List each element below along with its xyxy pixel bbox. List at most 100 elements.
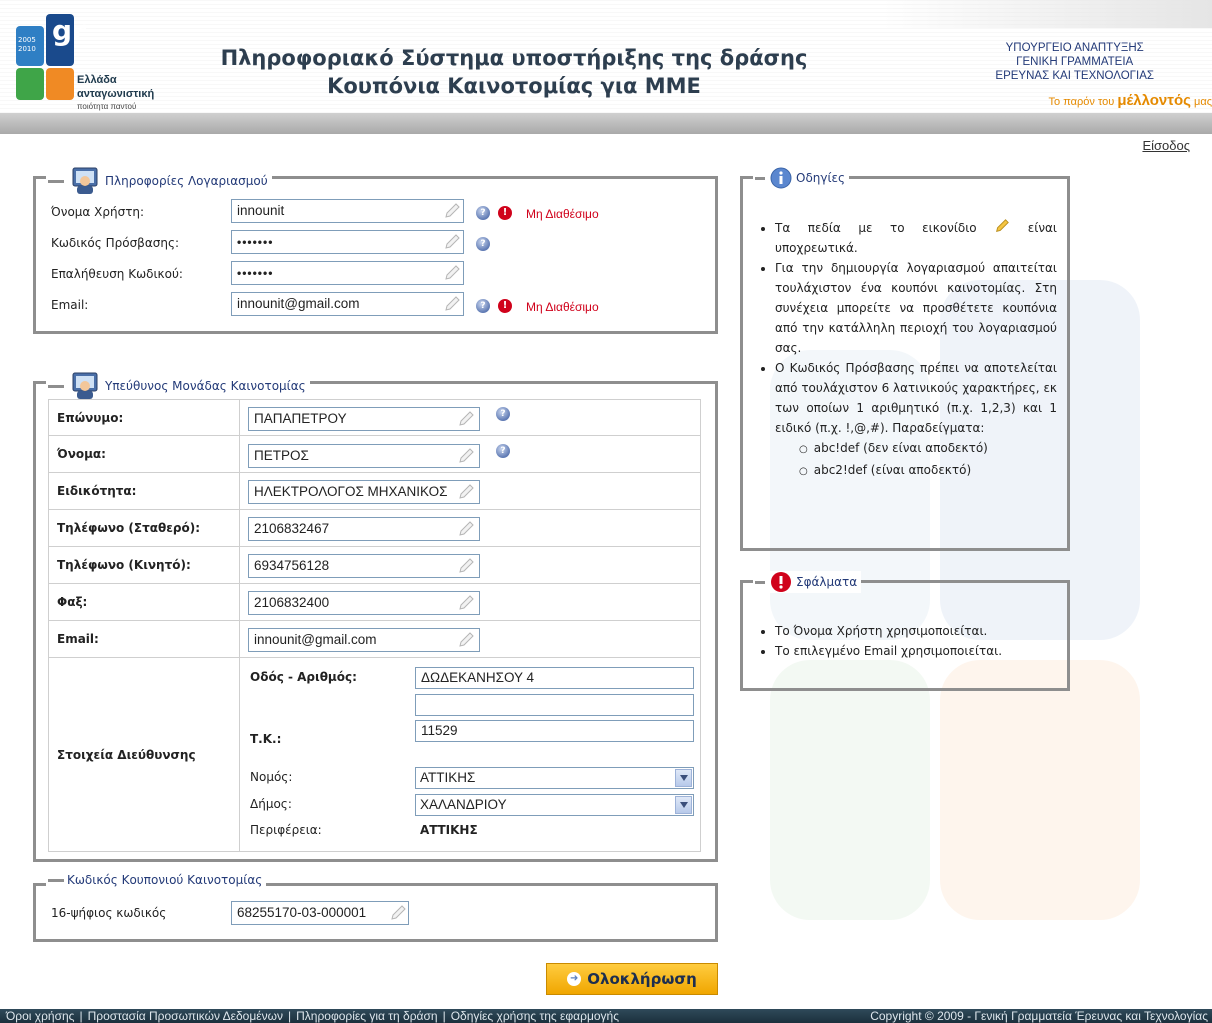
ministry-line1: ΥΠΟΥΡΓΕΙΟ ΑΝΑΠΤΥΞΗΣ bbox=[1005, 42, 1144, 54]
coupon-legend: Κωδικός Κουπονιού Καινοτομίας bbox=[46, 873, 267, 887]
manager-title: Υπεύθυνος Μονάδας Καινοτομίας bbox=[105, 379, 306, 393]
footer-links: Όροι χρήσης | Προστασία Προσωπικών Δεδομέν… bbox=[6, 1009, 619, 1023]
manager-panel: Υπεύθυνος Μονάδας Καινοτομίας Επώνυμο: Π… bbox=[33, 371, 718, 862]
help-icon[interactable]: ? bbox=[496, 407, 510, 421]
street2-input[interactable] bbox=[415, 694, 694, 716]
instructions-list: Τα πεδία με το εικονίδιο είναι υποχρεωτι… bbox=[757, 218, 1057, 482]
footer-link-privacy[interactable]: Προστασία Προσωπικών Δεδομένων bbox=[88, 1009, 283, 1023]
zip-input[interactable]: 11529 bbox=[415, 720, 694, 742]
error-item-username: Το Όνομα Χρήστη χρησιμοποιείται. bbox=[775, 621, 1057, 641]
login-link[interactable]: Είσοδος bbox=[1142, 138, 1190, 153]
fax-label: Φαξ: bbox=[48, 583, 240, 621]
manager-email-cell: innounit@gmail.com bbox=[239, 620, 701, 658]
street-input[interactable]: ΔΩΔΕΚΑΝΗΣΟΥ 4 bbox=[415, 667, 694, 689]
email-status: Μη Διαθέσιμο bbox=[526, 300, 599, 314]
coupon-title: Κωδικός Κουπονιού Καινοτομίας bbox=[67, 873, 263, 887]
pencil-icon bbox=[459, 521, 474, 536]
user-icon bbox=[72, 167, 98, 194]
manager-legend: Υπεύθυνος Μονάδας Καινοτομίας bbox=[46, 371, 310, 401]
help-icon[interactable]: ? bbox=[476, 206, 490, 220]
chevron-down-icon[interactable] bbox=[675, 796, 692, 814]
specialty-cell: ΗΛΕΚΤΡΟΛΟΓΟΣ ΜΗΧΑΝΙΚΟΣ bbox=[239, 472, 701, 510]
pencil-icon bbox=[445, 296, 460, 311]
instructions-legend: Οδηγίες bbox=[753, 167, 850, 189]
specialty-label: Ειδικότητα: bbox=[48, 472, 240, 510]
address-label: Στοιχεία Διεύθυνσης bbox=[48, 657, 240, 852]
header-band bbox=[882, 0, 1212, 28]
password-value: ••••••• bbox=[237, 235, 274, 249]
errors-legend: Σφάλματα bbox=[753, 571, 862, 593]
municipality-label: Δήμος: bbox=[250, 797, 292, 811]
account-info-title: Πληροφορίες Λογαριασμού bbox=[105, 174, 268, 188]
zip-label: Τ.Κ.: bbox=[250, 732, 282, 746]
account-info-legend: Πληροφορίες Λογαριασμού bbox=[46, 166, 272, 196]
legend-dash bbox=[48, 878, 64, 882]
username-label: Όνομα Χρήστη: bbox=[51, 205, 145, 219]
manager-table: Επώνυμο: ΠΑΠΑΠΕΤΡΟΥ ? Όνομα: ΠΕΤΡΟΣ ? Ει… bbox=[48, 399, 702, 852]
mobile-label: Τηλέφωνο (Κινητό): bbox=[48, 546, 240, 584]
fax-value: 2106832400 bbox=[254, 595, 330, 610]
username-input[interactable]: innounit bbox=[231, 199, 464, 223]
errors-title: Σφάλματα bbox=[796, 575, 858, 589]
mobile-value: 6934756128 bbox=[254, 558, 330, 573]
confirm-password-input[interactable]: ••••••• bbox=[231, 261, 464, 285]
manager-email-input[interactable]: innounit@gmail.com bbox=[248, 628, 480, 652]
password-input[interactable]: ••••••• bbox=[231, 230, 464, 254]
pencil-icon bbox=[445, 234, 460, 249]
pencil-icon bbox=[459, 595, 474, 610]
help-icon[interactable]: ? bbox=[476, 237, 490, 251]
footer-separator: | bbox=[287, 1009, 292, 1023]
site-header: gr 2005 2010 Ελλάδα ανταγωνιστική ποιότη… bbox=[0, 0, 1212, 113]
slogan-big: μέλλοντός bbox=[1117, 92, 1191, 109]
phone-input[interactable]: 2106832467 bbox=[248, 517, 480, 541]
prefecture-select[interactable]: ΑΤΤΙΚΗΣ bbox=[415, 767, 694, 789]
pencil-icon bbox=[391, 905, 406, 920]
site-footer: Όροι χρήσης | Προστασία Προσωπικών Δεδομέν… bbox=[0, 1009, 1212, 1023]
site-title-line2: Κουπόνια Καινοτομίας για ΜΜΕ bbox=[327, 74, 701, 98]
complete-button-label: Ολοκλήρωση bbox=[587, 970, 697, 988]
footer-link-guide[interactable]: Οδηγίες χρήσης της εφαρμογής bbox=[451, 1009, 619, 1023]
name-input[interactable]: ΠΕΤΡΟΣ bbox=[248, 444, 480, 468]
copyright: Copyright © 2009 - Γενική Γραμματεία Έρε… bbox=[870, 1009, 1208, 1023]
specialty-input[interactable]: ΗΛΕΚΤΡΟΛΟΓΟΣ ΜΗΧΑΝΙΚΟΣ bbox=[248, 480, 480, 504]
footer-link-terms[interactable]: Όροι χρήσης bbox=[6, 1009, 74, 1023]
username-status: Μη Διαθέσιμο bbox=[526, 207, 599, 221]
username-value: innounit bbox=[237, 203, 285, 218]
prefecture-value: ΑΤΤΙΚΗΣ bbox=[420, 770, 476, 785]
confirm-password-value: ••••••• bbox=[237, 266, 274, 280]
email-input[interactable]: innounit@gmail.com bbox=[231, 292, 464, 316]
pencil-icon bbox=[459, 411, 474, 426]
pencil-icon bbox=[996, 219, 1010, 232]
email-label: Email: bbox=[51, 298, 89, 312]
phone-label-text: Τηλέφωνο (Σταθερό): bbox=[57, 521, 201, 535]
site-title-line1: Πληροφοριακό Σύστημα υποστήριξης της δρά… bbox=[220, 46, 808, 70]
coupon-code-value: 68255170-03-000001 bbox=[237, 905, 367, 920]
errors-panel: Σφάλματα Το Όνομα Χρήστη χρησιμοποιείται… bbox=[740, 571, 1070, 691]
complete-button[interactable]: ➜ Ολοκλήρωση bbox=[546, 963, 718, 995]
chevron-down-icon[interactable] bbox=[675, 769, 692, 787]
logo[interactable]: gr 2005 2010 Ελλάδα ανταγωνιστική ποιότη… bbox=[16, 8, 176, 111]
logo-years: 2005 2010 bbox=[18, 36, 36, 53]
help-icon[interactable]: ? bbox=[496, 444, 510, 458]
mobile-label-text: Τηλέφωνο (Κινητό): bbox=[57, 558, 191, 572]
surname-input[interactable]: ΠΑΠΑΠΕΤΡΟΥ bbox=[248, 407, 480, 431]
legend-dash bbox=[48, 179, 64, 183]
name-label-text: Όνομα: bbox=[57, 447, 106, 461]
name-value: ΠΕΤΡΟΣ bbox=[254, 448, 309, 463]
mobile-input[interactable]: 6934756128 bbox=[248, 554, 480, 578]
coupon-code-input[interactable]: 68255170-03-000001 bbox=[231, 901, 409, 925]
legend-dash bbox=[48, 384, 64, 388]
fax-input[interactable]: 2106832400 bbox=[248, 591, 480, 615]
fax-label-text: Φαξ: bbox=[57, 595, 88, 609]
help-icon[interactable]: ? bbox=[476, 299, 490, 313]
specialty-label-text: Ειδικότητα: bbox=[57, 484, 137, 498]
pencil-icon bbox=[459, 632, 474, 647]
footer-link-info[interactable]: Πληροφορίες για τη δράση bbox=[296, 1009, 437, 1023]
municipality-select[interactable]: ΧΑΛΑΝΔΡΙΟΥ bbox=[415, 794, 694, 816]
footer-separator: | bbox=[442, 1009, 446, 1023]
pencil-icon bbox=[459, 558, 474, 573]
slogan: Το παρόν του μέλλοντός μας bbox=[1049, 92, 1212, 109]
instruction-item-1-pre: Τα πεδία με το εικονίδιο bbox=[775, 221, 977, 235]
pencil-icon bbox=[445, 203, 460, 218]
error-icon: ! bbox=[498, 299, 512, 313]
